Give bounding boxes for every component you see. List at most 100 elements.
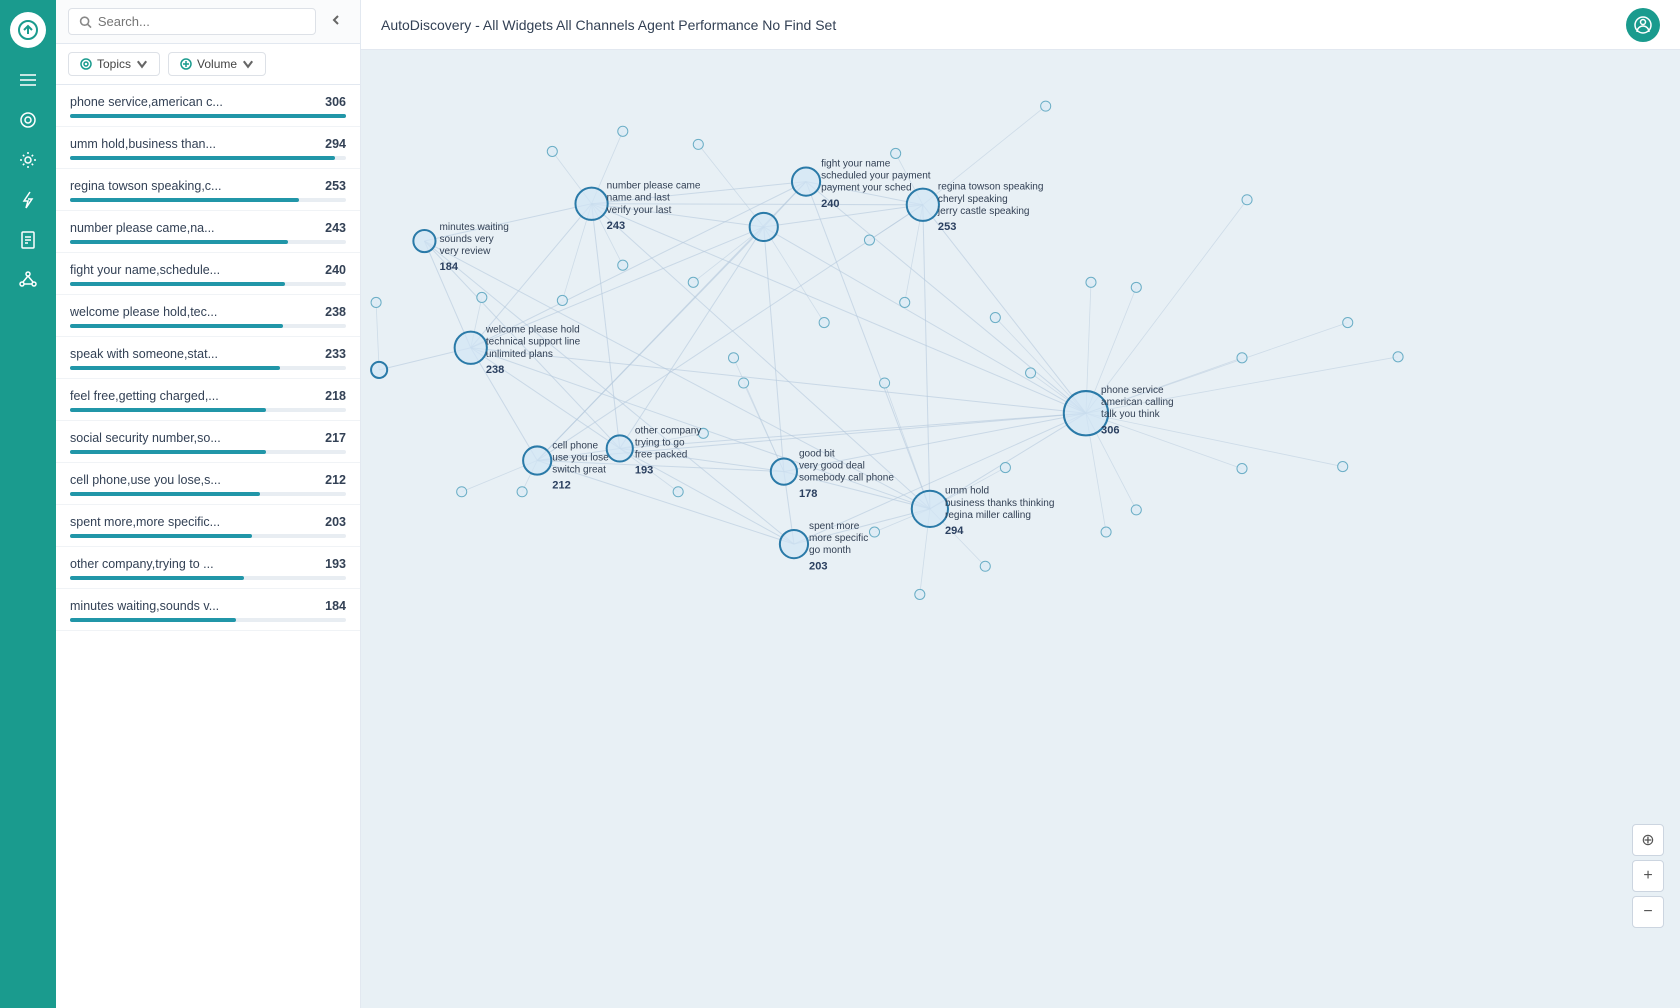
topic-bar [70, 114, 346, 118]
list-item[interactable]: spent more,more specific... 203 [56, 505, 360, 547]
network-graph: phone serviceamerican callingtalk you th… [361, 50, 1680, 1008]
topic-name: other company,trying to ... [70, 557, 214, 571]
topic-bar-bg [70, 240, 346, 244]
topic-name: number please came,na... [70, 221, 215, 235]
search-input[interactable] [98, 14, 305, 29]
volume-filter-button[interactable]: Volume [168, 52, 266, 76]
topic-count: 240 [316, 263, 346, 277]
topic-name: feel free,getting charged,... [70, 389, 219, 403]
volume-filter-label: Volume [197, 57, 237, 71]
topic-count: 193 [316, 557, 346, 571]
topics-filter-button[interactable]: Topics [68, 52, 160, 76]
page-title: AutoDiscovery - All Widgets All Channels… [381, 17, 836, 33]
topic-bar-bg [70, 282, 346, 286]
topics-icon [79, 57, 93, 71]
topic-bar-bg [70, 324, 346, 328]
topic-bar [70, 618, 236, 622]
topic-name: social security number,so... [70, 431, 221, 445]
topic-bar [70, 366, 280, 370]
topic-bar-bg [70, 198, 346, 202]
list-item[interactable]: regina towson speaking,c... 253 [56, 169, 360, 211]
topic-bar-bg [70, 450, 346, 454]
topic-bar [70, 240, 288, 244]
locate-button[interactable]: ⊕ [1632, 824, 1664, 856]
map-controls: ⊕ + − [1632, 824, 1664, 928]
topic-name: spent more,more specific... [70, 515, 220, 529]
topic-bar [70, 324, 283, 328]
app-logo[interactable] [10, 12, 46, 48]
svg-text:212: 212 [552, 480, 570, 492]
list-item[interactable]: fight your name,schedule... 240 [56, 253, 360, 295]
topic-bar [70, 576, 244, 580]
topic-count: 238 [316, 305, 346, 319]
topic-name: umm hold,business than... [70, 137, 216, 151]
topic-bar-bg [70, 492, 346, 496]
main-header: AutoDiscovery - All Widgets All Channels… [361, 0, 1680, 50]
topic-bar-bg [70, 156, 346, 160]
list-item[interactable]: other company,trying to ... 193 [56, 547, 360, 589]
topics-list[interactable]: phone service,american c... 306 umm hold… [56, 85, 360, 1008]
search-box[interactable] [68, 8, 316, 35]
nodes-icon[interactable] [12, 264, 44, 296]
svg-text:regina towson speakingcheryl s: regina towson speakingcheryl speakingjer… [937, 182, 1044, 217]
topic-count: 253 [316, 179, 346, 193]
svg-text:193: 193 [635, 465, 653, 477]
topic-name: welcome please hold,tec... [70, 305, 217, 319]
topic-count: 294 [316, 137, 346, 151]
main-area: AutoDiscovery - All Widgets All Channels… [361, 0, 1680, 1008]
list-item[interactable]: phone service,american c... 306 [56, 85, 360, 127]
document-icon[interactable] [12, 224, 44, 256]
list-item[interactable]: speak with someone,stat... 233 [56, 337, 360, 379]
svg-text:178: 178 [799, 488, 817, 500]
list-item[interactable]: umm hold,business than... 294 [56, 127, 360, 169]
svg-text:phone serviceamerican callingt: phone serviceamerican callingtalk you th… [1101, 385, 1174, 420]
topic-bar [70, 282, 285, 286]
svg-text:243: 243 [607, 220, 625, 232]
svg-text:238: 238 [486, 364, 504, 376]
list-item[interactable]: feel free,getting charged,... 218 [56, 379, 360, 421]
topic-name: regina towson speaking,c... [70, 179, 221, 193]
svg-text:294: 294 [945, 525, 964, 537]
list-item[interactable]: number please came,na... 243 [56, 211, 360, 253]
topic-count: 203 [316, 515, 346, 529]
topic-count: 217 [316, 431, 346, 445]
topic-count: 184 [316, 599, 346, 613]
list-item[interactable]: minutes waiting,sounds v... 184 [56, 589, 360, 631]
topic-name: phone service,american c... [70, 95, 223, 109]
sidebar: Topics Volume phone service,american c..… [56, 0, 361, 1008]
menu-icon[interactable] [12, 64, 44, 96]
svg-text:spent moremore specificgo mont: spent moremore specificgo month [809, 521, 868, 556]
topic-name: fight your name,schedule... [70, 263, 220, 277]
topics-filter-label: Topics [97, 57, 131, 71]
topic-bar-bg [70, 366, 346, 370]
settings-icon[interactable] [12, 144, 44, 176]
topic-bar [70, 492, 260, 496]
topic-bar-bg [70, 618, 346, 622]
topic-count: 243 [316, 221, 346, 235]
topic-bar [70, 408, 266, 412]
topic-bar-bg [70, 534, 346, 538]
volume-icon [179, 57, 193, 71]
collapse-button[interactable] [324, 8, 348, 35]
topic-bar-bg [70, 576, 346, 580]
topic-count: 212 [316, 473, 346, 487]
svg-text:253: 253 [938, 221, 956, 233]
list-item[interactable]: cell phone,use you lose,s... 212 [56, 463, 360, 505]
topic-name: speak with someone,stat... [70, 347, 218, 361]
list-item[interactable]: welcome please hold,tec... 238 [56, 295, 360, 337]
svg-text:cell phoneuse you loseswitch g: cell phoneuse you loseswitch great [552, 440, 609, 475]
zoom-in-button[interactable]: + [1632, 860, 1664, 892]
bolt-icon[interactable] [12, 184, 44, 216]
svg-text:welcome please holdtechnical s: welcome please holdtechnical support lin… [485, 325, 581, 360]
topic-bar-bg [70, 408, 346, 412]
graph-area[interactable]: phone serviceamerican callingtalk you th… [361, 50, 1680, 1008]
avatar [1626, 8, 1660, 42]
zoom-out-button[interactable]: − [1632, 896, 1664, 928]
analytics-icon[interactable] [12, 104, 44, 136]
svg-text:240: 240 [821, 198, 839, 210]
topic-name: minutes waiting,sounds v... [70, 599, 219, 613]
list-item[interactable]: social security number,so... 217 [56, 421, 360, 463]
chevron-down-icon [135, 57, 149, 71]
topic-bar [70, 198, 299, 202]
topic-name: cell phone,use you lose,s... [70, 473, 221, 487]
